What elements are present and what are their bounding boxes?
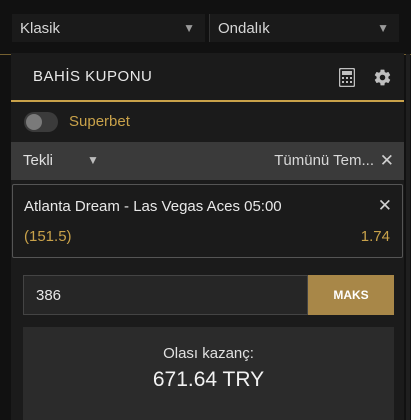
bet-slip-title: BAHİS KUPONU xyxy=(33,68,153,85)
bet-odd: 1.74 xyxy=(360,228,390,245)
superbet-row: Superbet xyxy=(11,102,404,142)
close-icon[interactable]: ✕ xyxy=(378,196,392,216)
max-stake-button[interactable]: MAKS xyxy=(308,275,394,315)
potential-win-label: Olası kazanç: xyxy=(163,345,254,362)
stake-row: MAKS xyxy=(23,275,394,315)
superbet-toggle[interactable] xyxy=(24,112,58,132)
stake-input[interactable] xyxy=(23,275,308,315)
chevron-down-icon: ▼ xyxy=(183,21,195,35)
bet-format-value: Klasik xyxy=(20,19,61,37)
odds-format-value: Ondalık xyxy=(218,19,270,37)
odds-format-select[interactable]: Ondalık ▼ xyxy=(209,14,399,42)
bet-line: (151.5) xyxy=(24,228,72,245)
close-icon[interactable]: ✕ xyxy=(380,151,394,171)
bet-type-select[interactable]: Tekli xyxy=(23,152,53,169)
chevron-down-icon: ▼ xyxy=(377,21,389,35)
superbet-label: Superbet xyxy=(69,113,130,130)
top-bar: Klasik ▼ Ondalık ▼ xyxy=(0,0,411,54)
gear-icon[interactable] xyxy=(371,66,393,88)
potential-win-amount: 671.64 TRY xyxy=(152,368,265,391)
toggle-knob xyxy=(26,114,42,130)
bet-format-select[interactable]: Klasik ▼ xyxy=(12,14,205,42)
clear-all-link[interactable]: Tümünü Tem... xyxy=(274,152,374,169)
bet-slip-header: BAHİS KUPONU xyxy=(11,53,404,100)
bet-selection-card: Atlanta Dream - Las Vegas Aces 05:00 ✕ (… xyxy=(12,184,403,258)
bet-type-row: Tekli ▼ Tümünü Tem... ✕ xyxy=(11,142,404,180)
calculator-icon[interactable] xyxy=(336,66,358,88)
bet-slip-panel: BAHİS KUPONU Superbet Tekli ▼ Tümünü Tem… xyxy=(11,53,404,420)
scrollbar[interactable] xyxy=(406,54,410,420)
chevron-down-icon[interactable]: ▼ xyxy=(87,153,99,167)
match-name: Atlanta Dream - Las Vegas Aces 05:00 xyxy=(24,198,282,215)
potential-win-box: Olası kazanç: 671.64 TRY xyxy=(23,327,394,420)
